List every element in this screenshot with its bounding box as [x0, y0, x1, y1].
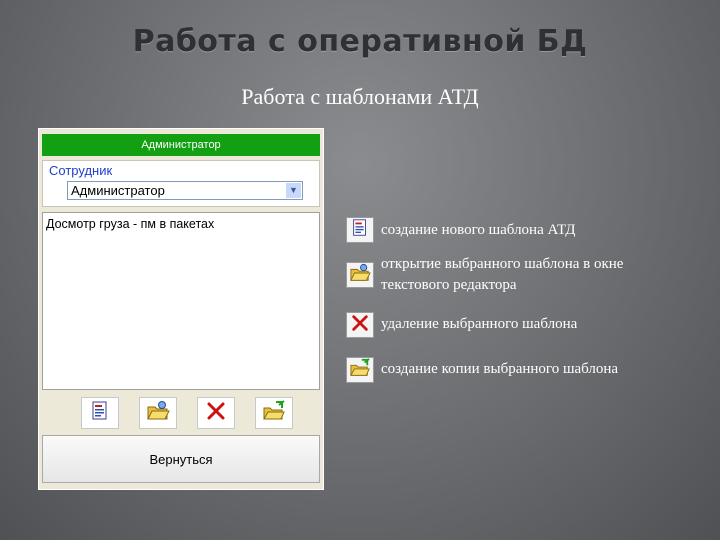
employee-label: Сотрудник: [49, 163, 113, 178]
dialog-header: Администратор: [42, 134, 320, 156]
list-item[interactable]: Досмотр груза - пм в пакетах: [46, 217, 214, 231]
return-button[interactable]: Вернуться: [42, 435, 320, 483]
slide-title: Работа с оперативной БД: [132, 24, 588, 59]
copy-template-icon: [262, 399, 286, 427]
employee-group: Сотрудник Администратор ▼: [42, 160, 320, 207]
employee-select-value: Администратор: [71, 183, 165, 198]
legend-open-template: [346, 262, 374, 288]
delete-template-button[interactable]: [197, 397, 235, 429]
legend-text-delete: удаление выбранного шаблона: [381, 316, 578, 332]
open-template-icon: [349, 263, 371, 288]
legend-new-template: [346, 217, 374, 243]
legend-text-new: создание нового шаблона АТД: [381, 222, 576, 238]
new-template-icon: [89, 400, 111, 427]
templates-dialog: Администратор Сотрудник Администратор ▼ …: [38, 128, 324, 490]
legend-copy-template: [346, 357, 374, 383]
delete-template-icon: [350, 313, 370, 338]
open-template-icon: [146, 400, 170, 427]
legend-text-open: открытие выбранного шаблона в окне текст…: [381, 256, 624, 293]
new-template-icon: [350, 218, 370, 243]
slide-subtitle: Работа с шаблонами АТД: [241, 84, 479, 109]
copy-template-button[interactable]: [255, 397, 293, 429]
legend-delete-template: [346, 312, 374, 338]
open-template-button[interactable]: [139, 397, 177, 429]
new-template-button[interactable]: [81, 397, 119, 429]
delete-template-icon: [205, 400, 227, 427]
chevron-down-icon[interactable]: ▼: [286, 183, 301, 198]
legend-text-copy: создание копии выбранного шаблона: [381, 361, 619, 377]
copy-template-icon: [349, 357, 371, 383]
template-list[interactable]: Досмотр груза - пм в пакетах: [42, 212, 320, 390]
employee-select[interactable]: Администратор ▼: [67, 181, 303, 200]
